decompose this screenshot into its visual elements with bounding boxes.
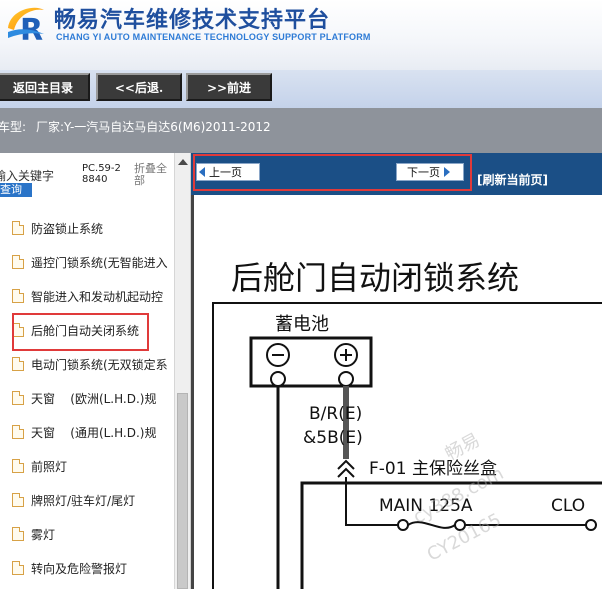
keyword-label[interactable]: 输入关键字 [0, 167, 54, 184]
arrow-right-icon [444, 167, 450, 177]
wire-code-2: &5B(E) [303, 428, 363, 448]
brand-title: 畅易汽车维修技术支持平台 [54, 8, 331, 33]
clo-label: CLO [551, 496, 585, 516]
tree-item-label: 防盗锁止系统 [31, 221, 104, 236]
tree-item-turn-hazard[interactable]: 转向及危险警报灯 [0, 551, 172, 585]
document-icon [12, 255, 24, 269]
tree-item-label: 电动门锁系统(无双锁定系 [31, 357, 168, 372]
search-area: 输入关键字 查询 PC.59-28840 折叠全部 [0, 153, 172, 203]
tree-item-fog-lamp[interactable]: 雾灯 [0, 517, 172, 551]
document-icon [12, 289, 24, 303]
sidebar-scrollbar[interactable] [174, 153, 190, 589]
vehicle-label: 车型: [0, 120, 27, 134]
tree-item-sunroof-general[interactable]: 天窗 (通用(L.H.D.)规 [0, 415, 172, 449]
document-icon [12, 323, 24, 337]
circuit-drawing: 蓄电池 B/R(E) &5B(E) F-01 主保险丝盒 MAIN 125A C… [212, 302, 602, 589]
fuse-box-label: F-01 主保险丝盒 [369, 459, 497, 479]
back-button[interactable]: <<后退. [96, 73, 182, 101]
content-toolbar: 上一页 下一页 [刷新当前页] [191, 153, 602, 195]
document-icon [12, 561, 24, 575]
wiring-diagram: 后舱门自动闭锁系统 蓄电池 B/R(E) &5B(E) F-01 主保险丝盒 M… [191, 195, 602, 589]
tree-item-label: 后舱门自动关闭系统 [31, 323, 140, 338]
arrow-left-icon [199, 167, 205, 177]
forward-button[interactable]: >>前进 [186, 73, 272, 101]
battery-label: 蓄电池 [275, 314, 329, 335]
brand-logo-icon: R [8, 7, 44, 44]
next-page-button[interactable]: 下一页 [396, 163, 464, 181]
document-icon [12, 493, 24, 507]
prev-page-label: 上一页 [209, 166, 242, 179]
tree-item-label: 天窗 (欧洲(L.H.D.)规 [31, 391, 157, 406]
brand-subtitle: CHANG YI AUTO MAINTENANCE TECHNOLOGY SUP… [56, 32, 371, 42]
document-icon [12, 459, 24, 473]
tree-item-label: 遥控门锁系统(无智能进入 [31, 255, 168, 270]
sidebar: 输入关键字 查询 PC.59-28840 折叠全部 防盗锁止系统 遥控门锁系统(… [0, 153, 191, 589]
tree-item-sunroof-eu[interactable]: 天窗 (欧洲(L.H.D.)规 [0, 381, 172, 415]
app-header: R 畅易汽车维修技术支持平台 CHANG YI AUTO MAINTENANCE… [0, 0, 602, 70]
tree-item-power-door-lock[interactable]: 电动门锁系统(无双锁定系 [0, 347, 172, 381]
tree-item-label: 转向及危险警报灯 [31, 561, 128, 576]
tree-item-label: 雾灯 [31, 527, 56, 542]
tree-item-label: 天窗 (通用(L.H.D.)规 [31, 425, 157, 440]
tree-item-remote-lock[interactable]: 遥控门锁系统(无智能进入 [0, 245, 172, 279]
svg-text:R: R [20, 13, 43, 44]
document-icon [12, 221, 24, 235]
refresh-page-link[interactable]: [刷新当前页] [477, 171, 548, 188]
pc-code: PC.59-28840 [82, 163, 121, 185]
vehicle-value: 厂家:Y-一汽马自达马自达6(M6)2011-2012 [36, 120, 271, 134]
document-icon [12, 357, 24, 371]
scroll-up-arrow-icon[interactable] [178, 159, 188, 165]
tree-item-label: 前照灯 [31, 459, 68, 474]
next-page-label: 下一页 [407, 166, 440, 179]
document-icon [12, 391, 24, 405]
tree-item-label: 智能进入和发动机起动控 [31, 289, 164, 304]
tree-list: 防盗锁止系统 遥控门锁系统(无智能进入 智能进入和发动机起动控 后舱门自动关闭系… [0, 211, 172, 585]
scrollbar-thumb[interactable] [177, 393, 188, 589]
tree-item-license-lamp[interactable]: 牌照灯/驻车灯/尾灯 [0, 483, 172, 517]
document-icon [12, 527, 24, 541]
collapse-all-button[interactable]: 折叠全部 [134, 163, 172, 187]
document-icon [12, 425, 24, 439]
wire-code-1: B/R(E) [309, 404, 362, 424]
tree-item-smart-entry[interactable]: 智能进入和发动机起动控 [0, 279, 172, 313]
main-fuse-label: MAIN 125A [379, 496, 473, 516]
tree-item-anti-theft[interactable]: 防盗锁止系统 [0, 211, 172, 245]
home-button[interactable]: 返回主目录 [0, 73, 90, 101]
vehicle-info-bar: 车型: 厂家:Y-一汽马自达马自达6(M6)2011-2012 [0, 108, 602, 153]
tree-item-label: 牌照灯/驻车灯/尾灯 [31, 493, 136, 508]
tree-item-headlamp[interactable]: 前照灯 [0, 449, 172, 483]
prev-page-button[interactable]: 上一页 [196, 163, 260, 181]
search-button[interactable]: 查询 [0, 183, 32, 197]
tree-item-liftgate-auto-close[interactable]: 后舱门自动关闭系统 [0, 313, 172, 347]
nav-bar: 返回主目录 <<后退. >>前进 [0, 70, 602, 108]
